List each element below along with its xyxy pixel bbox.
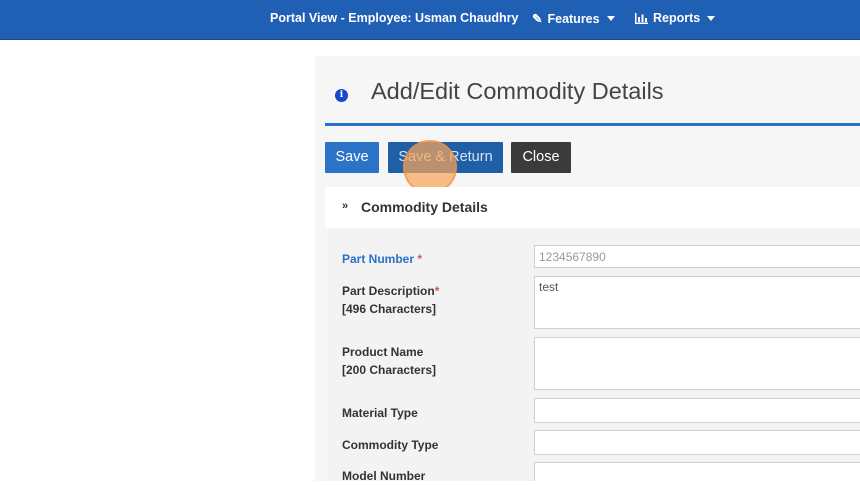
save-button[interactable]: Save <box>325 142 379 173</box>
close-button[interactable]: Close <box>511 142 571 173</box>
commodity-type-field[interactable] <box>534 430 860 455</box>
product-name-field[interactable] <box>534 337 860 390</box>
portal-view-label: Portal View - Employee: Usman Chaudhry <box>270 11 519 25</box>
part-description-label: Part Description* [496 Characters] <box>342 282 439 318</box>
title-divider <box>325 123 860 126</box>
reports-menu[interactable]: Reports <box>635 11 716 25</box>
pencil-icon: ✎ <box>532 12 543 26</box>
part-number-field[interactable] <box>534 245 860 268</box>
required-marker: * <box>417 252 423 266</box>
required-marker: * <box>434 284 440 298</box>
part-description-field[interactable]: test <box>534 276 860 329</box>
bar-chart-icon <box>635 12 648 24</box>
info-icon: i <box>335 89 348 102</box>
part-number-label: Part Number * <box>342 250 422 268</box>
reports-menu-label: Reports <box>653 11 701 25</box>
features-menu[interactable]: ✎ Features <box>532 11 615 26</box>
page-title: Add/Edit Commodity Details <box>371 78 664 104</box>
product-name-label: Product Name [200 Characters] <box>342 343 436 379</box>
part-description-label-text: Part Description <box>342 284 435 298</box>
material-type-field[interactable] <box>534 398 860 423</box>
commodity-details-section-header[interactable]: » Commodity Details <box>325 187 860 228</box>
model-number-label: Model Number <box>342 469 426 483</box>
material-type-label: Material Type <box>342 406 418 420</box>
caret-down-icon <box>606 16 615 21</box>
save-and-return-button[interactable]: Save & Return <box>388 142 503 173</box>
features-menu-label: Features <box>547 11 600 26</box>
section-title: Commodity Details <box>361 199 488 215</box>
part-number-label-text: Part Number <box>342 252 415 266</box>
double-chevron-down-icon: » <box>342 200 349 212</box>
part-description-limit: [496 Characters] <box>342 302 437 316</box>
top-navbar: Portal View - Employee: Usman Chaudhry ✎… <box>0 0 860 40</box>
model-number-field[interactable] <box>534 462 860 481</box>
commodity-type-label: Commodity Type <box>342 438 439 452</box>
caret-down-icon <box>707 15 716 21</box>
product-name-limit: [200 Characters] <box>342 363 437 377</box>
product-name-label-text: Product Name <box>342 345 424 359</box>
